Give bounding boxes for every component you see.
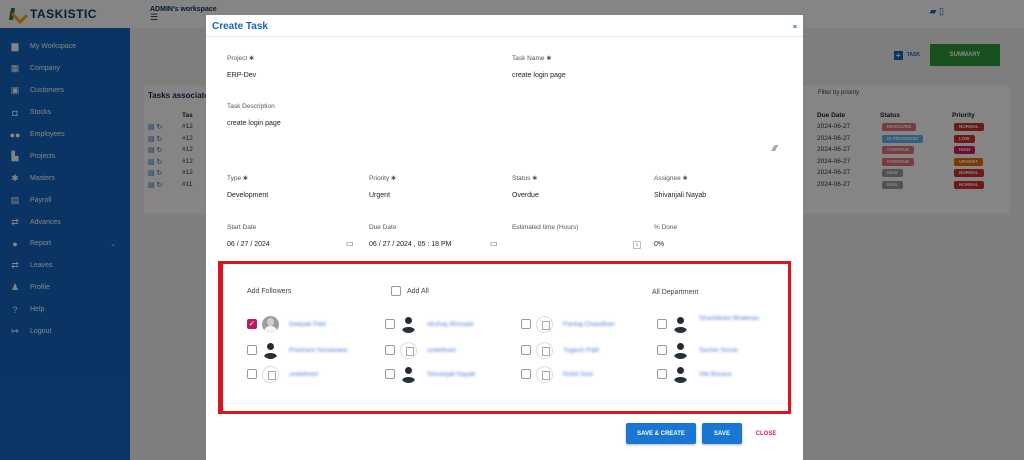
add-followers-label: Add Followers <box>247 288 292 295</box>
follower-name[interactable]: Rohit Soni <box>563 371 593 378</box>
avatar <box>536 316 553 333</box>
calendar-icon[interactable]: ▭ <box>346 239 354 248</box>
follower-name[interactable]: Viki Borase <box>699 371 732 378</box>
follower-name[interactable]: Shashikant Bhalerao <box>699 314 759 323</box>
follower-name[interactable]: Pankaj Chaudhari <box>563 321 615 328</box>
due-date-field[interactable]: Due Date 06 / 27 / 2024 , 05 : 18 PM <box>369 224 509 248</box>
follower-checkbox[interactable] <box>657 345 667 355</box>
status-label: Status <box>512 175 531 182</box>
follower-checkbox[interactable]: ✓ <box>247 319 257 329</box>
task-description-value: create login page <box>227 120 281 127</box>
percent-done-field[interactable]: % Done 0% <box>654 224 784 248</box>
project-label: Project <box>227 55 248 62</box>
follower-checkbox[interactable] <box>385 345 395 355</box>
avatar <box>400 316 417 333</box>
avatar <box>400 342 417 359</box>
type-select[interactable]: Type ✱ Development <box>227 175 357 199</box>
avatar <box>400 366 417 383</box>
resize-handle-icon[interactable]: ⁄⁄⁄ <box>773 144 777 153</box>
avatar <box>672 366 689 383</box>
status-value: Overdue <box>512 192 539 199</box>
avatar <box>262 366 279 383</box>
add-all-label[interactable]: Add All <box>407 288 429 295</box>
follower-name[interactable]: Prashant Sonawane <box>289 347 348 354</box>
assignee-label: Assignee <box>654 175 681 182</box>
save-and-create-button[interactable]: SAVE & CREATE <box>626 423 696 444</box>
assignee-select[interactable]: Assignee ✱ Shivanjali Nayab <box>654 175 784 199</box>
follower-checkbox[interactable] <box>521 345 531 355</box>
start-date-field[interactable]: Start Date 06 / 27 / 2024 <box>227 224 357 248</box>
follower-name[interactable]: Deepak Patil <box>289 321 326 328</box>
save-button[interactable]: SAVE <box>702 423 742 444</box>
status-select[interactable]: Status ✱ Overdue <box>512 175 642 199</box>
start-date-value: 06 / 27 / 2024 <box>227 241 270 248</box>
modal-header: Create Task × <box>206 15 803 37</box>
add-all-checkbox[interactable] <box>391 286 401 296</box>
follower-name[interactable]: Yogesh Patil <box>563 347 599 354</box>
percent-done-value: 0% <box>654 241 665 248</box>
follower-checkbox[interactable] <box>521 319 531 329</box>
follower-checkbox[interactable] <box>247 345 257 355</box>
avatar <box>672 342 689 359</box>
due-date-value: 06 / 27 / 2024 , 05 : 18 PM <box>369 241 452 248</box>
percent-done-label: % Done <box>654 224 678 231</box>
all-department-select[interactable]: All Department <box>652 289 698 296</box>
type-value: Development <box>227 192 269 199</box>
follower-checkbox[interactable] <box>521 369 531 379</box>
close-icon[interactable]: × <box>793 24 797 31</box>
avatar <box>672 316 689 333</box>
task-description-label: Task Description <box>227 103 275 110</box>
avatar <box>262 316 279 333</box>
start-date-label: Start Date <box>227 224 257 231</box>
follower-name[interactable]: undefined <box>427 347 456 354</box>
spinner-arrows-icon[interactable]: ⇕ <box>633 241 641 249</box>
avatar <box>536 366 553 383</box>
estimated-time-field[interactable]: Estimated time (Hours) <box>512 224 642 241</box>
calendar-icon[interactable]: ▭ <box>490 239 498 248</box>
follower-checkbox[interactable] <box>385 369 395 379</box>
due-date-label: Due Date <box>369 224 397 231</box>
task-name-label: Task Name <box>512 55 545 62</box>
follower-name[interactable]: undefined <box>289 371 318 378</box>
follower-name[interactable]: Akshay Bhosale <box>427 321 474 328</box>
avatar <box>536 342 553 359</box>
follower-checkbox[interactable] <box>657 369 667 379</box>
follower-name[interactable]: Shivanjali Nayab <box>427 371 475 378</box>
priority-select[interactable]: Priority ✱ Urgent <box>369 175 499 199</box>
follower-checkbox[interactable] <box>385 319 395 329</box>
project-value: ERP-Dev <box>227 72 257 79</box>
task-name-value: create login page <box>512 72 566 79</box>
estimated-time-label: Estimated time (Hours) <box>512 224 579 231</box>
project-field[interactable]: Project ✱ ERP-Dev <box>227 55 497 79</box>
modal-title: Create Task <box>212 21 268 32</box>
follower-checkbox[interactable] <box>657 319 667 329</box>
create-task-modal: Create Task × Project ✱ ERP-Dev Task Nam… <box>206 15 803 460</box>
follower-name[interactable]: Sachin Sonar <box>699 347 738 354</box>
task-description-field[interactable]: Task Description create login page ⁄⁄⁄ <box>227 103 787 163</box>
priority-label: Priority <box>369 175 390 182</box>
type-label: Type <box>227 175 242 182</box>
avatar <box>262 342 279 359</box>
follower-checkbox[interactable] <box>247 369 257 379</box>
assignee-value: Shivanjali Nayab <box>654 192 707 199</box>
close-button[interactable]: CLOSE <box>748 423 784 444</box>
followers-section: Add Followers Add All All Department ✓ De… <box>218 261 791 414</box>
task-name-field[interactable]: Task Name ✱ create login page <box>512 55 782 79</box>
priority-value: Urgent <box>369 192 391 199</box>
